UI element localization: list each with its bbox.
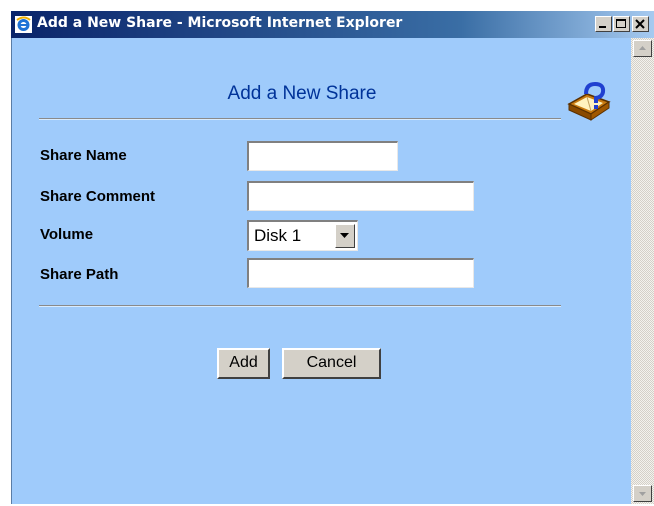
title-bar[interactable]: Add a New Share - Microsoft Internet Exp… bbox=[11, 11, 654, 38]
bottom-divider bbox=[39, 305, 561, 307]
scroll-down-icon bbox=[639, 492, 646, 496]
vertical-scrollbar[interactable] bbox=[631, 38, 654, 504]
scroll-down-button[interactable] bbox=[633, 485, 652, 502]
minimize-button[interactable] bbox=[595, 16, 612, 32]
volume-select[interactable]: Disk 1 bbox=[247, 220, 358, 251]
help-book-icon[interactable] bbox=[565, 80, 615, 124]
scroll-up-icon bbox=[639, 46, 646, 50]
volume-label: Volume bbox=[40, 226, 94, 243]
window-title: Add a New Share - Microsoft Internet Exp… bbox=[37, 15, 403, 31]
maximize-icon bbox=[616, 19, 626, 28]
internet-explorer-icon bbox=[15, 16, 32, 33]
share-path-input[interactable] bbox=[247, 258, 474, 288]
dropdown-arrow-button[interactable] bbox=[335, 224, 355, 248]
share-comment-label: Share Comment bbox=[40, 188, 156, 205]
maximize-button[interactable] bbox=[613, 16, 630, 32]
minimize-icon bbox=[599, 26, 606, 28]
page-content: Add a New Share Share Name Share Comment… bbox=[11, 38, 631, 504]
share-comment-input[interactable] bbox=[247, 181, 474, 211]
cancel-button[interactable]: Cancel bbox=[282, 348, 381, 379]
chevron-down-icon bbox=[340, 233, 349, 238]
share-name-input[interactable] bbox=[247, 141, 398, 171]
share-name-label: Share Name bbox=[40, 147, 127, 164]
scroll-up-button[interactable] bbox=[633, 40, 652, 57]
close-icon bbox=[635, 19, 645, 29]
browser-window: Add a New Share - Microsoft Internet Exp… bbox=[11, 11, 654, 504]
volume-selected-value: Disk 1 bbox=[254, 226, 302, 245]
page-title: Add a New Share bbox=[227, 83, 377, 104]
add-button[interactable]: Add bbox=[217, 348, 270, 379]
share-path-label: Share Path bbox=[40, 266, 119, 283]
top-divider bbox=[39, 118, 561, 120]
close-button[interactable] bbox=[632, 16, 649, 32]
